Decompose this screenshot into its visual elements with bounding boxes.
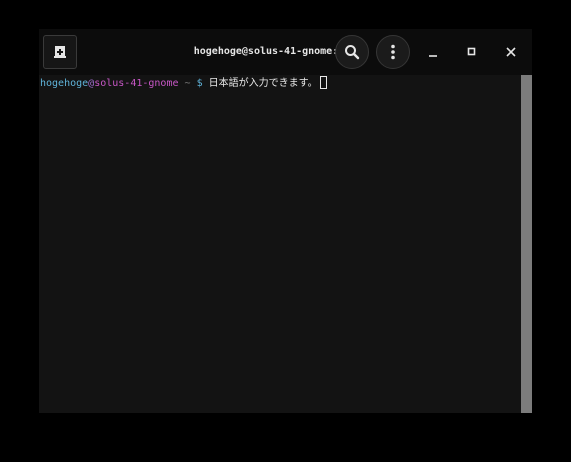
close-button[interactable]: [499, 40, 523, 64]
maximize-button[interactable]: [460, 40, 484, 64]
minimize-button[interactable]: [421, 40, 445, 64]
prompt-symbol: $: [196, 78, 209, 89]
prompt-host: solus-41-gnome: [94, 78, 179, 89]
terminal-window: hogehoge@solus-41-gnome:~ hogehoge@solus…: [39, 29, 532, 413]
scrollbar-thumb[interactable]: [521, 75, 532, 413]
headerbar: hogehoge@solus-41-gnome:~: [39, 29, 532, 75]
scrollbar[interactable]: [521, 75, 532, 413]
search-button[interactable]: [335, 35, 369, 69]
new-tab-button[interactable]: [43, 35, 77, 69]
prompt-user: hogehoge: [40, 78, 89, 89]
prompt-line: hogehoge@solus-41-gnome ~ $ 日本語が入力できます。: [40, 76, 327, 90]
close-icon: [506, 47, 516, 57]
terminal-view[interactable]: hogehoge@solus-41-gnome ~ $ 日本語が入力できます。: [39, 75, 521, 413]
kebab-menu-icon: [391, 44, 395, 60]
text-cursor: [319, 76, 327, 89]
maximize-icon: [467, 47, 476, 56]
command-text: 日本語が入力できます。: [208, 78, 318, 89]
search-icon: [345, 45, 360, 60]
new-tab-icon: [54, 46, 66, 58]
minimize-icon: [429, 55, 437, 57]
prompt-path: ~: [178, 78, 197, 89]
menu-button[interactable]: [376, 35, 410, 69]
